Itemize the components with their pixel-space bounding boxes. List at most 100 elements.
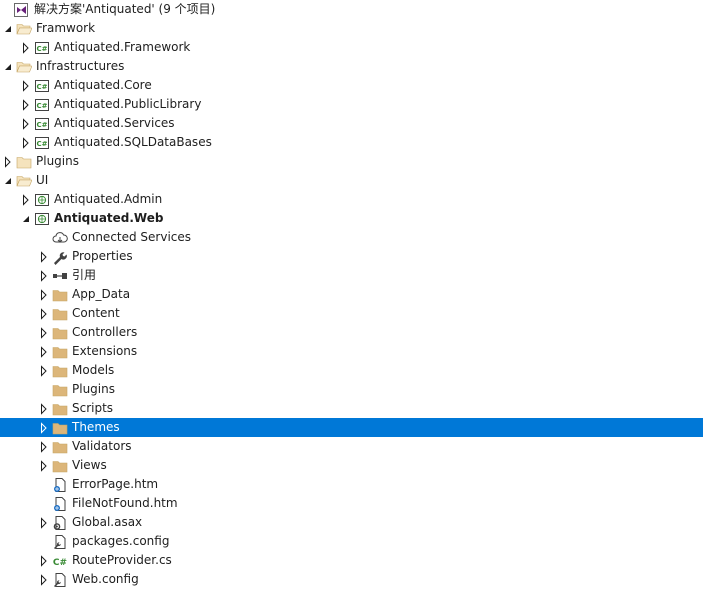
tree-item[interactable]: Controllers (0, 323, 703, 342)
tree-item[interactable]: C# Antiquated.Core (0, 76, 703, 95)
collapsed-arrow-icon[interactable] (20, 114, 32, 133)
tree-item[interactable]: C# Antiquated.PublicLibrary (0, 95, 703, 114)
collapsed-arrow-icon[interactable] (38, 399, 50, 418)
tree-item[interactable]: FileNotFound.htm (0, 494, 703, 513)
tree-item-label: Views (72, 458, 107, 472)
svg-text:C#: C# (36, 83, 47, 91)
tree-item-label: Plugins (72, 382, 115, 396)
connected-services-icon (52, 230, 68, 246)
folder-icon (52, 401, 68, 417)
collapsed-arrow-icon[interactable] (38, 570, 50, 589)
tree-item-label: RouteProvider.cs (72, 553, 172, 567)
tree-item-label: Validators (72, 439, 132, 453)
tree-item[interactable]: packages.config (0, 532, 703, 551)
tree-item[interactable]: Antiquated.Web (0, 209, 703, 228)
folder-icon (52, 420, 68, 436)
tree-item[interactable]: Connected Services (0, 228, 703, 247)
csharp-file-icon: C# (52, 553, 68, 569)
tree-item[interactable]: C# Antiquated.Services (0, 114, 703, 133)
asax-file-icon (52, 515, 68, 531)
folder-icon (52, 344, 68, 360)
tree-item-label: Content (72, 306, 120, 320)
tree-item[interactable]: Themes (0, 418, 703, 437)
collapsed-arrow-icon[interactable] (20, 133, 32, 152)
html-file-icon (52, 496, 68, 512)
solution-explorer-tree: 解决方案'Antiquated' (9 个项目) Framwork C# Antiqu… (0, 0, 703, 589)
tree-item[interactable]: Antiquated.Admin (0, 190, 703, 209)
expanded-arrow-icon[interactable] (20, 209, 32, 228)
collapsed-arrow-icon[interactable] (38, 551, 50, 570)
csharp-project-icon: C# (34, 40, 50, 56)
web-project-icon (34, 211, 50, 227)
collapsed-arrow-icon[interactable] (38, 285, 50, 304)
collapsed-arrow-icon[interactable] (20, 76, 32, 95)
solution-icon (13, 2, 29, 18)
tree-item[interactable]: 解决方案'Antiquated' (9 个项目) (0, 0, 703, 19)
collapsed-arrow-icon[interactable] (20, 38, 32, 57)
tree-item-label: 引用 (72, 268, 97, 282)
solution-folder-open-icon (16, 21, 32, 37)
collapsed-arrow-icon[interactable] (38, 513, 50, 532)
tree-item[interactable]: C# Antiquated.Framework (0, 38, 703, 57)
collapsed-arrow-icon[interactable] (38, 266, 50, 285)
tree-item[interactable]: Models (0, 361, 703, 380)
tree-item[interactable]: Web.config (0, 570, 703, 589)
tree-item-label: App_Data (72, 287, 131, 301)
tree-item-label: Connected Services (72, 230, 192, 244)
references-icon (52, 268, 68, 284)
tree-item[interactable]: Properties (0, 247, 703, 266)
collapsed-arrow-icon[interactable] (20, 190, 32, 209)
expanded-arrow-icon[interactable] (2, 171, 14, 190)
config-file-icon (52, 534, 68, 550)
tree-item[interactable]: Global.asax (0, 513, 703, 532)
tree-item-label: 解决方案'Antiquated' (9 个项目) (34, 2, 216, 16)
solution-folder-open-icon (16, 59, 32, 75)
tree-item[interactable]: ErrorPage.htm (0, 475, 703, 494)
tree-item[interactable]: Views (0, 456, 703, 475)
tree-item[interactable]: Plugins (0, 380, 703, 399)
collapsed-arrow-icon[interactable] (38, 437, 50, 456)
expanded-arrow-icon[interactable] (2, 57, 14, 76)
tree-item-label: Global.asax (72, 515, 143, 529)
tree-item[interactable]: App_Data (0, 285, 703, 304)
tree-item-label: Antiquated.SQLDataBases (54, 135, 212, 149)
collapsed-arrow-icon[interactable] (38, 323, 50, 342)
tree-item-label: Antiquated.Web (54, 211, 164, 225)
tree-item-label: Models (72, 363, 115, 377)
collapsed-arrow-icon[interactable] (38, 304, 50, 323)
csharp-project-icon: C# (34, 78, 50, 94)
tree-item[interactable]: Extensions (0, 342, 703, 361)
tree-item[interactable]: UI (0, 171, 703, 190)
tree-item[interactable]: Scripts (0, 399, 703, 418)
tree-item-label: packages.config (72, 534, 170, 548)
wrench-icon (52, 249, 68, 265)
folder-icon (52, 458, 68, 474)
collapsed-arrow-icon[interactable] (38, 418, 50, 437)
tree-item[interactable]: C# RouteProvider.cs (0, 551, 703, 570)
collapsed-arrow-icon[interactable] (38, 342, 50, 361)
solution-folder-open-icon (16, 173, 32, 189)
expanded-arrow-icon[interactable] (2, 19, 14, 38)
tree-item-label: Themes (72, 420, 120, 434)
collapsed-arrow-icon[interactable] (2, 152, 14, 171)
collapsed-arrow-icon[interactable] (38, 361, 50, 380)
tree-item-label: Infrastructures (36, 59, 125, 73)
collapsed-arrow-icon[interactable] (38, 247, 50, 266)
folder-icon (52, 382, 68, 398)
tree-item[interactable]: Infrastructures (0, 57, 703, 76)
config-file-icon (52, 572, 68, 588)
tree-item-label: Framwork (36, 21, 96, 35)
tree-item[interactable]: Validators (0, 437, 703, 456)
tree-item-label: Antiquated.Core (54, 78, 152, 92)
tree-item[interactable]: Plugins (0, 152, 703, 171)
tree-item[interactable]: C# Antiquated.SQLDataBases (0, 133, 703, 152)
svg-text:C#: C# (36, 102, 47, 110)
tree-item-label: Extensions (72, 344, 138, 358)
collapsed-arrow-icon[interactable] (38, 456, 50, 475)
folder-icon (52, 363, 68, 379)
tree-item[interactable]: 引用 (0, 266, 703, 285)
tree-item[interactable]: Framwork (0, 19, 703, 38)
tree-item[interactable]: Content (0, 304, 703, 323)
tree-item-label: Antiquated.Services (54, 116, 175, 130)
collapsed-arrow-icon[interactable] (20, 95, 32, 114)
